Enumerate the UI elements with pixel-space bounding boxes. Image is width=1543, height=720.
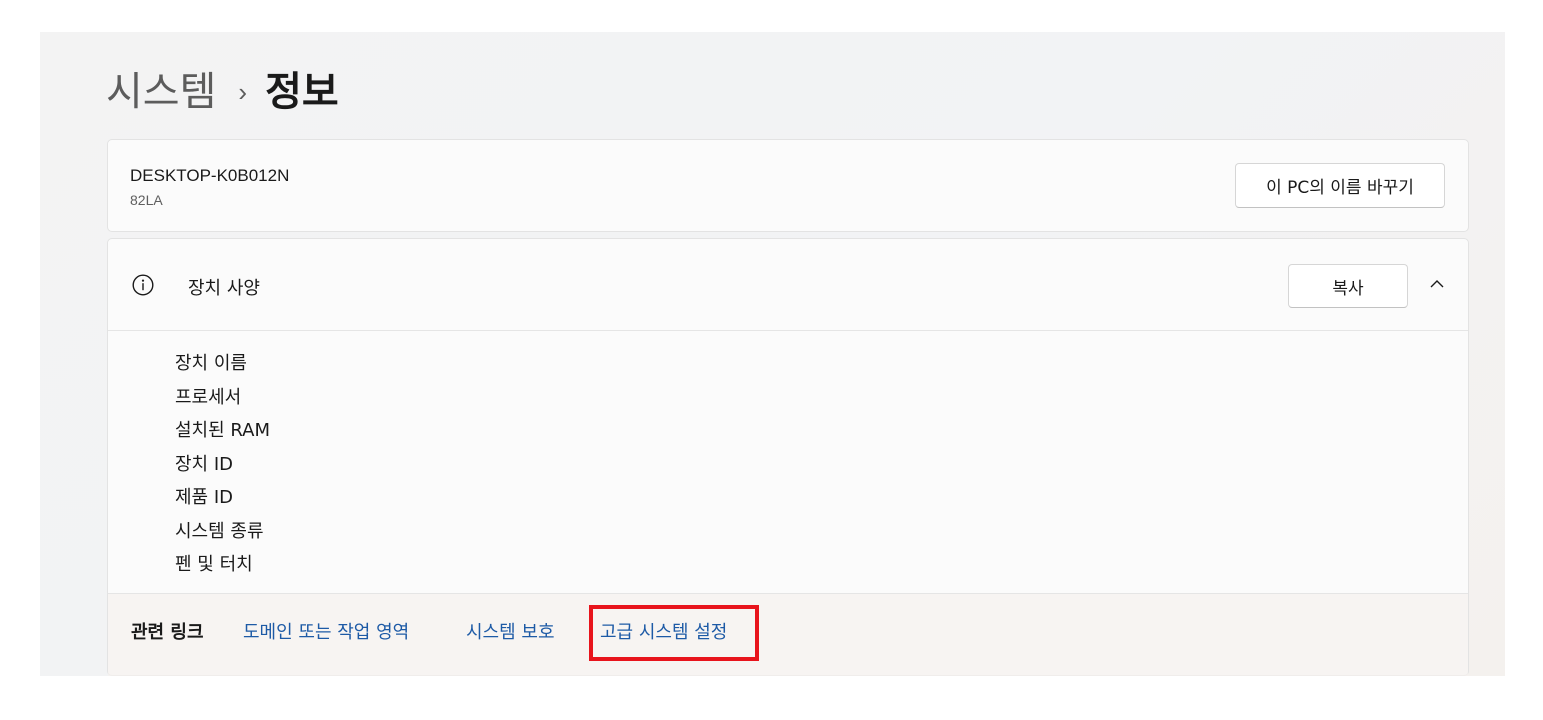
chevron-up-icon[interactable]	[1428, 275, 1446, 293]
device-name-card: DESKTOP-K0B012N 82LA 이 PC의 이름 바꾸기	[107, 139, 1469, 232]
spec-label-product-id: 제품 ID	[175, 487, 234, 508]
domain-workgroup-link[interactable]: 도메인 또는 작업 영역	[243, 618, 409, 644]
related-links-bar: 관련 링크 도메인 또는 작업 영역 시스템 보호 고급 시스템 설정	[108, 593, 1468, 676]
rename-pc-button[interactable]: 이 PC의 이름 바꾸기	[1235, 163, 1445, 208]
device-model: 82LA	[130, 192, 163, 208]
spec-label-device-id: 장치 ID	[175, 453, 234, 475]
spec-label-device-name: 장치 이름	[175, 353, 247, 374]
device-name: DESKTOP-K0B012N	[130, 166, 290, 185]
system-protection-link[interactable]: 시스템 보호	[466, 618, 555, 644]
copy-button[interactable]: 복사	[1288, 264, 1408, 308]
breadcrumb-separator-icon: ›	[238, 77, 248, 107]
breadcrumb: 시스템 › 정보	[106, 64, 339, 124]
spec-label-system-type: 시스템 종류	[175, 520, 264, 542]
breadcrumb-system[interactable]: 시스템	[106, 64, 216, 120]
related-links-label: 관련 링크	[131, 622, 204, 643]
device-specs-list: 장치 이름 프로세서 설치된 RAM 장치 ID 제품 ID 시스템 종류 펜 …	[175, 347, 270, 582]
spec-label-processor: 프로세서	[175, 386, 242, 408]
spec-label-pen-touch: 펜 및 터치	[175, 554, 253, 575]
settings-window: 시스템 › 정보 DESKTOP-K0B012N 82LA 이 PC의 이름 바…	[40, 32, 1505, 676]
page-title: 정보	[265, 70, 339, 114]
device-specs-card: 장치 사양 복사 장치 이름 프로세서 설치된 RAM 장치 ID 제품 ID …	[107, 238, 1469, 676]
spec-label-installed-ram: 설치된 RAM	[175, 420, 271, 441]
advanced-system-settings-link[interactable]: 고급 시스템 설정	[600, 618, 727, 644]
device-specs-title: 장치 사양	[188, 278, 260, 299]
info-icon	[132, 274, 154, 296]
device-specs-header[interactable]: 장치 사양 복사	[108, 239, 1468, 331]
